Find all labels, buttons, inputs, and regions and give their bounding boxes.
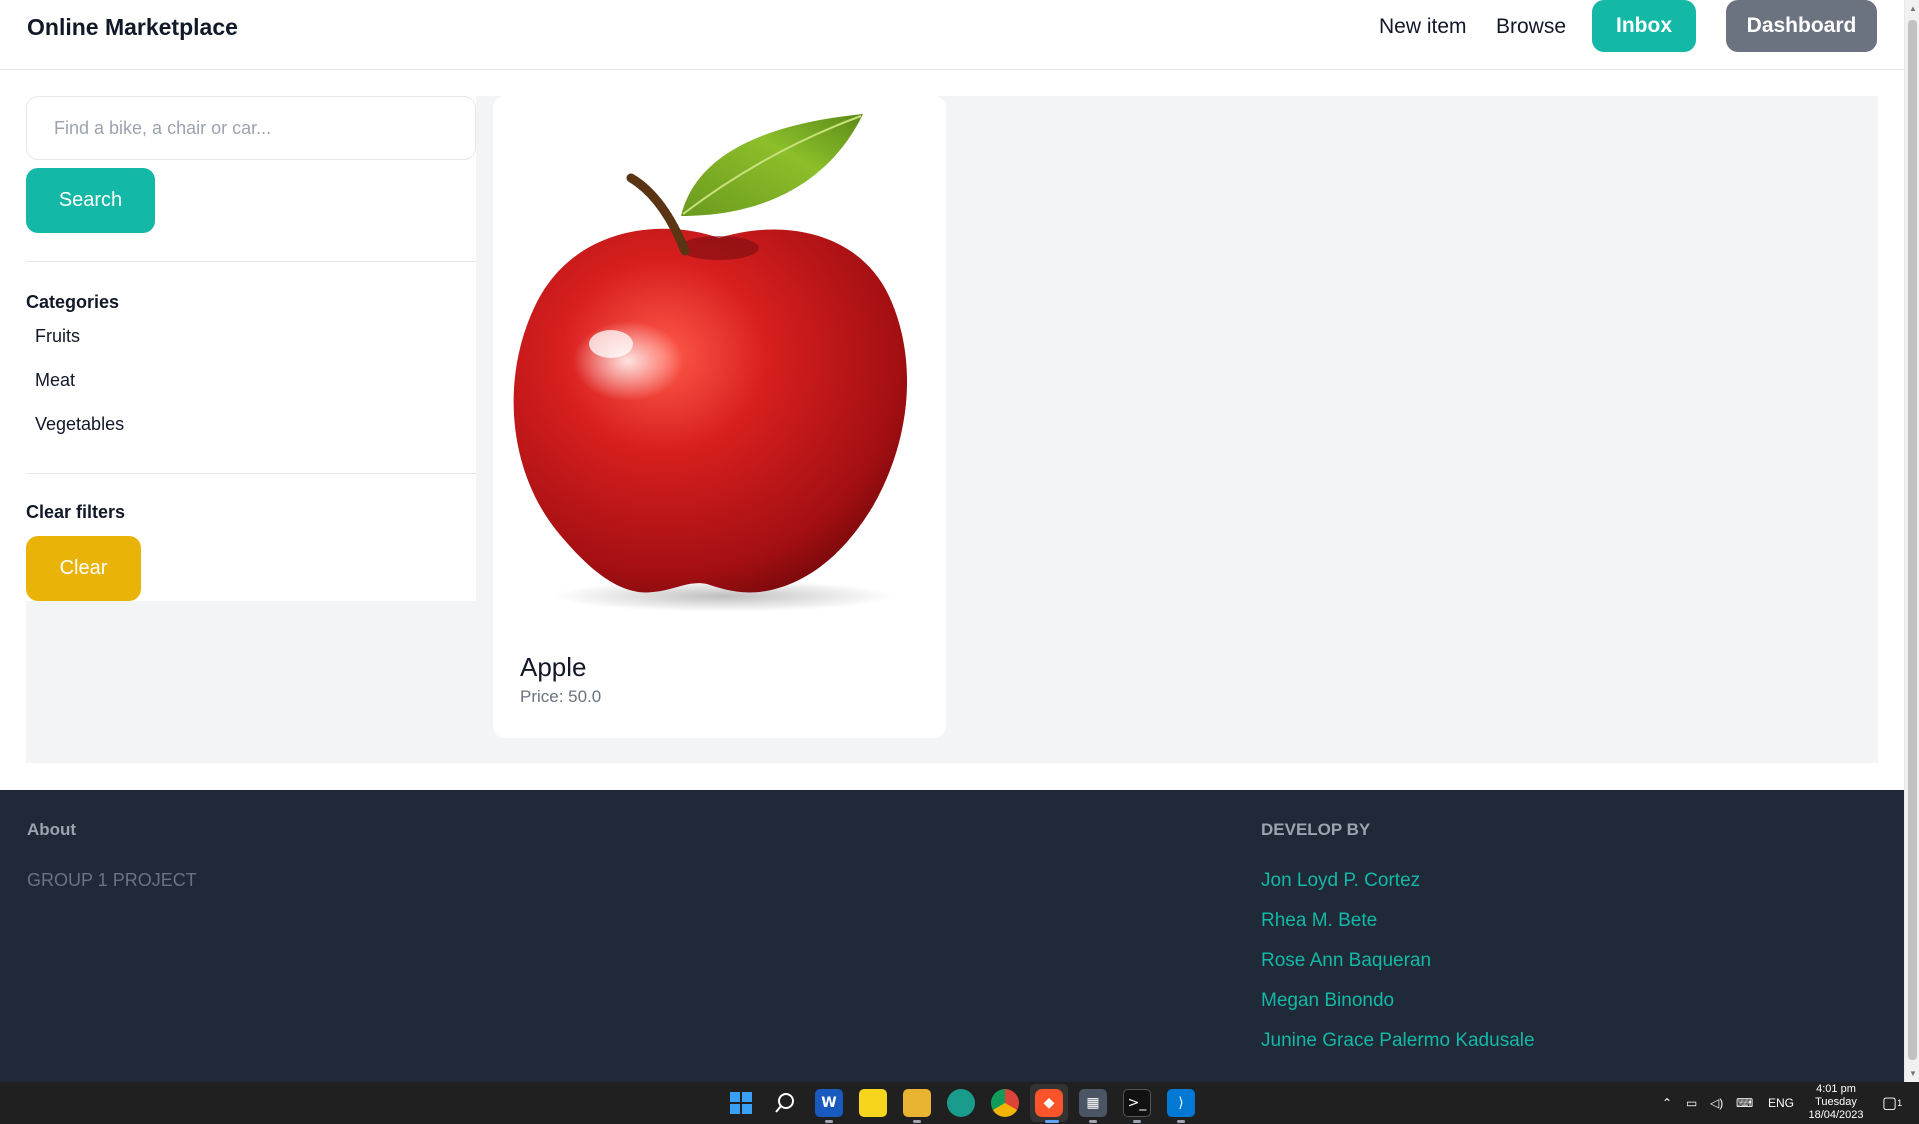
item-card[interactable]: Apple Price: 50.0 <box>493 96 946 738</box>
windows-start-icon[interactable] <box>727 1089 755 1117</box>
network-icon[interactable]: ▭ <box>1686 1082 1697 1124</box>
clear-button[interactable]: Clear <box>26 536 141 601</box>
calculator-icon[interactable]: ▦ <box>1079 1089 1107 1117</box>
main-content: Find a bike, a chair or car... Search Ca… <box>26 96 1878 763</box>
scroll-down-icon[interactable]: ▼ <box>1909 1069 1917 1078</box>
terminal-icon[interactable]: >_ <box>1123 1089 1151 1117</box>
inbox-button[interactable]: Inbox <box>1592 0 1696 52</box>
volume-icon[interactable]: ◁) <box>1710 1082 1723 1124</box>
active-indicator <box>1045 1120 1059 1123</box>
word-icon[interactable]: W <box>815 1089 843 1117</box>
dashboard-button[interactable]: Dashboard <box>1726 0 1877 52</box>
chrome-icon[interactable] <box>991 1089 1019 1117</box>
search-icon[interactable] <box>771 1089 799 1117</box>
clear-filters-heading: Clear filters <box>26 502 126 522</box>
navbar: Online Marketplace New item Browse Inbox… <box>0 0 1904 70</box>
brand-link[interactable]: Online Marketplace <box>27 14 238 41</box>
running-indicator <box>1177 1120 1185 1123</box>
category-fruits[interactable]: Fruits <box>35 326 80 347</box>
edge-icon[interactable] <box>947 1089 975 1117</box>
developers-heading: DEVELOP BY <box>1261 820 1371 839</box>
nav-browse-link[interactable]: Browse <box>1496 15 1566 39</box>
running-indicator <box>913 1120 921 1123</box>
developer-link[interactable]: Jon Loyd P. Cortez <box>1261 870 1420 892</box>
developer-link[interactable]: Megan Binondo <box>1261 990 1394 1012</box>
item-image[interactable] <box>493 96 946 626</box>
keyboard-icon[interactable]: ⌨ <box>1736 1082 1753 1124</box>
notification-count: 1 <box>1897 1098 1903 1108</box>
search-input[interactable]: Find a bike, a chair or car... <box>26 96 476 160</box>
divider <box>26 473 476 474</box>
category-meat[interactable]: Meat <box>35 370 75 391</box>
notification-icon[interactable]: ▢ 1 <box>1882 1082 1902 1124</box>
scroll-thumb[interactable] <box>1908 20 1917 1060</box>
running-indicator <box>1133 1120 1141 1123</box>
developer-link[interactable]: Rhea M. Bete <box>1261 910 1377 932</box>
vscode-icon[interactable]: ⟩ <box>1167 1089 1195 1117</box>
item-name[interactable]: Apple <box>520 652 587 683</box>
category-vegetables[interactable]: Vegetables <box>35 414 124 435</box>
vertical-scrollbar[interactable]: ▲ ▼ <box>1904 0 1919 1082</box>
clock[interactable]: 4:01 pm Tuesday 18/04/2023 <box>1798 1083 1874 1122</box>
divider <box>26 261 476 262</box>
clock-date: 18/04/2023 <box>1808 1109 1864 1121</box>
developer-link[interactable]: Rose Ann Baqueran <box>1261 950 1431 972</box>
brave-browser-icon[interactable]: ◆ <box>1035 1089 1063 1117</box>
footer: About GROUP 1 PROJECT DEVELOP BY Jon Loy… <box>0 790 1904 1082</box>
search-button[interactable]: Search <box>26 168 155 233</box>
show-hidden-icons-icon[interactable]: ⌃ <box>1662 1082 1672 1124</box>
sidebar-background <box>26 601 476 763</box>
windows-taskbar: W ◆ ▦ >_ ⟩ ⌃ ▭ ◁) ⌨ ENG 4:01 pm Tuesday … <box>0 1082 1919 1124</box>
running-indicator <box>825 1120 833 1123</box>
file-explorer-icon[interactable] <box>903 1089 931 1117</box>
about-text: GROUP 1 PROJECT <box>27 870 197 890</box>
about-heading: About <box>27 820 77 839</box>
nav-new-item-link[interactable]: New item <box>1379 15 1467 39</box>
clock-day: Tuesday <box>1815 1096 1857 1108</box>
categories-heading: Categories <box>26 292 120 312</box>
item-price: Price: 50.0 <box>520 687 602 706</box>
clock-time: 4:01 pm <box>1816 1083 1856 1095</box>
scroll-up-icon[interactable]: ▲ <box>1909 4 1917 13</box>
language-indicator[interactable]: ENG <box>1768 1082 1794 1124</box>
sticky-notes-icon[interactable] <box>859 1089 887 1117</box>
filter-sidebar: Find a bike, a chair or car... Search Ca… <box>26 96 476 763</box>
developer-link[interactable]: Junine Grace Palermo Kadusale <box>1261 1030 1535 1052</box>
running-indicator <box>1089 1120 1097 1123</box>
